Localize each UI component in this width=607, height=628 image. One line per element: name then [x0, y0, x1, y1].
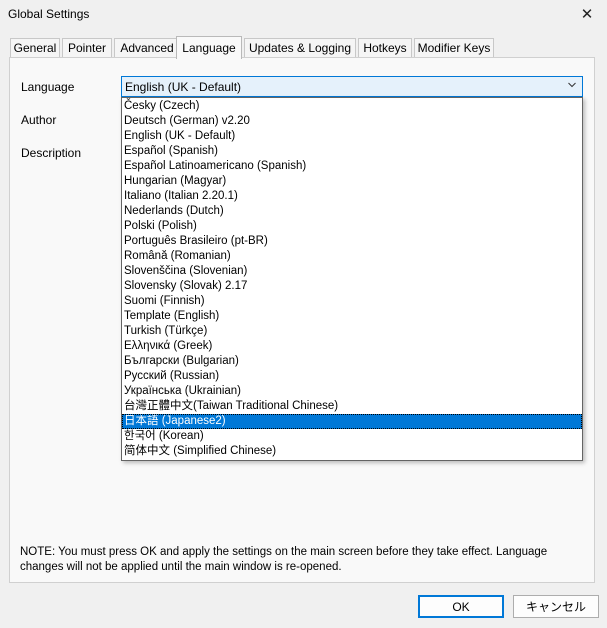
ok-button[interactable]: OK [418, 595, 504, 618]
chevron-down-icon[interactable] [568, 81, 576, 89]
description-label: Description [21, 146, 82, 160]
language-option[interactable]: Česky (Czech) [122, 99, 582, 114]
language-option[interactable]: Hungarian (Magyar) [122, 174, 582, 189]
language-select-value: English (UK - Default) [125, 80, 242, 94]
language-option[interactable]: Български (Bulgarian) [122, 354, 582, 369]
language-dropdown-list: Česky (Czech) Deutsch (German) v2.20 Eng… [121, 97, 583, 461]
language-option[interactable]: Русский (Russian) [122, 369, 582, 384]
tab-pointer[interactable]: Pointer [62, 38, 112, 57]
language-option[interactable]: Español Latinoamericano (Spanish) [122, 159, 582, 174]
language-option[interactable]: Suomi (Finnish) [122, 294, 582, 309]
language-option[interactable]: Italiano (Italian 2.20.1) [122, 189, 582, 204]
title-bar: Global Settings ✕ [0, 0, 607, 30]
language-option[interactable]: Slovenščina (Slovenian) [122, 264, 582, 279]
window-title: Global Settings [8, 7, 90, 21]
language-option[interactable]: Template (English) [122, 309, 582, 324]
language-option[interactable]: Українська (Ukrainian) [122, 384, 582, 399]
language-option[interactable]: 台灣正體中文(Taiwan Traditional Chinese) [122, 399, 582, 414]
language-select[interactable]: English (UK - Default) [121, 76, 583, 97]
language-option[interactable]: Română (Romanian) [122, 249, 582, 264]
tab-general[interactable]: General [10, 38, 60, 57]
tab-hotkeys[interactable]: Hotkeys [358, 38, 412, 57]
author-label: Author [21, 113, 57, 127]
language-option-selected[interactable]: 日本語 (Japanese2) [122, 414, 582, 429]
language-option[interactable]: Polski (Polish) [122, 219, 582, 234]
tab-language[interactable]: Language [176, 36, 242, 59]
cancel-button[interactable]: キャンセル [513, 595, 599, 618]
language-option[interactable]: 简体中文 (Simplified Chinese) [122, 444, 582, 459]
tab-modifier-keys[interactable]: Modifier Keys [414, 38, 494, 57]
language-option[interactable]: Português Brasileiro (pt-BR) [122, 234, 582, 249]
restart-note: NOTE: You must press OK and apply the se… [20, 546, 548, 573]
language-option[interactable]: 한국어 (Korean) [122, 429, 582, 444]
language-label: Language [21, 80, 75, 94]
close-icon[interactable]: ✕ [567, 0, 607, 28]
tab-updates-logging[interactable]: Updates & Logging [244, 38, 356, 57]
tab-advanced[interactable]: Advanced [114, 38, 180, 57]
language-option[interactable]: English (UK - Default) [122, 129, 582, 144]
language-option[interactable]: Nederlands (Dutch) [122, 204, 582, 219]
language-option[interactable]: Deutsch (German) v2.20 [122, 114, 582, 129]
language-option[interactable]: Ελληνικά (Greek) [122, 339, 582, 354]
language-option[interactable]: Turkish (Türkçe) [122, 324, 582, 339]
settings-window: { "window": { "title": "Global Settings"… [0, 0, 607, 628]
language-option[interactable]: Español (Spanish) [122, 144, 582, 159]
language-option[interactable]: Slovensky (Slovak) 2.17 [122, 279, 582, 294]
